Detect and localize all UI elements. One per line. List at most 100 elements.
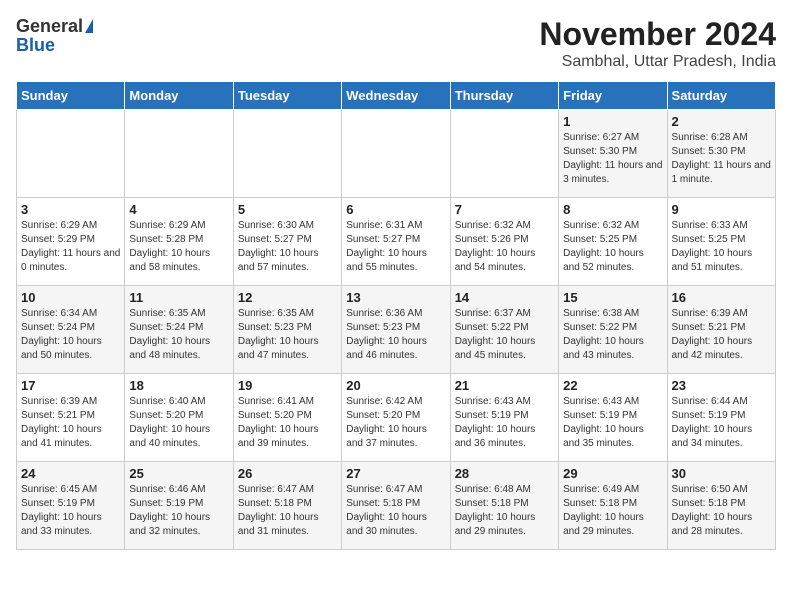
day-info: Sunrise: 6:29 AMSunset: 5:28 PMDaylight:… <box>129 219 228 275</box>
day-info: Sunrise: 6:44 AMSunset: 5:19 PMDaylight:… <box>672 395 771 451</box>
calendar-day-cell: 5 Sunrise: 6:30 AMSunset: 5:27 PMDaylight… <box>233 198 341 286</box>
day-info: Sunrise: 6:40 AMSunset: 5:20 PMDaylight:… <box>129 395 228 451</box>
day-number: 23 <box>672 378 771 393</box>
page-subtitle: Sambhal, Uttar Pradesh, India <box>539 53 776 71</box>
logo: General Blue <box>16 16 93 56</box>
calendar-week-row: 1Sunrise: 6:27 AMSunset: 5:30 PMDaylight… <box>17 110 776 198</box>
calendar-header-row: SundayMondayTuesdayWednesdayThursdayFrid… <box>17 82 776 110</box>
day-number: 3 <box>21 202 120 217</box>
calendar-day-cell <box>125 110 233 198</box>
logo-blue-text: Blue <box>16 35 55 56</box>
day-info: Sunrise: 6:27 AMSunset: 5:30 PMDaylight:… <box>563 131 662 187</box>
day-number: 20 <box>346 378 445 393</box>
page-title: November 2024 <box>539 16 776 53</box>
calendar-day-cell: 2 Sunrise: 6:28 AMSunset: 5:30 PMDaylight… <box>667 110 775 198</box>
day-info: Sunrise: 6:38 AMSunset: 5:22 PMDaylight:… <box>563 307 662 363</box>
day-number: 19 <box>238 378 337 393</box>
day-number: 30 <box>672 466 771 481</box>
day-info: Sunrise: 6:43 AMSunset: 5:19 PMDaylight:… <box>455 395 554 451</box>
day-of-week-header: Sunday <box>17 82 125 110</box>
calendar-day-cell: 19 Sunrise: 6:41 AMSunset: 5:20 PMDayligh… <box>233 374 341 462</box>
day-number: 7 <box>455 202 554 217</box>
calendar-day-cell: 16 Sunrise: 6:39 AMSunset: 5:21 PMDayligh… <box>667 286 775 374</box>
calendar-day-cell: 6Sunrise: 6:31 AMSunset: 5:27 PMDaylight… <box>342 198 450 286</box>
day-number: 10 <box>21 290 120 305</box>
calendar-day-cell: 26 Sunrise: 6:47 AMSunset: 5:18 PMDayligh… <box>233 462 341 550</box>
page-header: General Blue November 2024 Sambhal, Utta… <box>16 16 776 71</box>
calendar-day-cell: 9Sunrise: 6:33 AMSunset: 5:25 PMDaylight… <box>667 198 775 286</box>
logo-triangle-icon <box>85 19 93 33</box>
calendar-day-cell: 17Sunrise: 6:39 AMSunset: 5:21 PMDayligh… <box>17 374 125 462</box>
day-of-week-header: Tuesday <box>233 82 341 110</box>
day-info: Sunrise: 6:30 AMSunset: 5:27 PMDaylight:… <box>238 219 337 275</box>
day-number: 12 <box>238 290 337 305</box>
day-info: Sunrise: 6:48 AMSunset: 5:18 PMDaylight:… <box>455 483 554 539</box>
calendar-day-cell <box>17 110 125 198</box>
day-number: 6 <box>346 202 445 217</box>
day-number: 4 <box>129 202 228 217</box>
day-number: 21 <box>455 378 554 393</box>
calendar-day-cell: 30 Sunrise: 6:50 AMSunset: 5:18 PMDayligh… <box>667 462 775 550</box>
calendar-day-cell: 10 Sunrise: 6:34 AMSunset: 5:24 PMDayligh… <box>17 286 125 374</box>
day-info: Sunrise: 6:39 AMSunset: 5:21 PMDaylight:… <box>672 307 771 363</box>
day-info: Sunrise: 6:45 AMSunset: 5:19 PMDaylight:… <box>21 483 120 539</box>
day-info: Sunrise: 6:28 AMSunset: 5:30 PMDaylight:… <box>672 131 771 187</box>
day-info: Sunrise: 6:46 AMSunset: 5:19 PMDaylight:… <box>129 483 228 539</box>
calendar-day-cell: 1Sunrise: 6:27 AMSunset: 5:30 PMDaylight… <box>559 110 667 198</box>
calendar-day-cell: 15Sunrise: 6:38 AMSunset: 5:22 PMDayligh… <box>559 286 667 374</box>
day-number: 27 <box>346 466 445 481</box>
calendar-day-cell: 11 Sunrise: 6:35 AMSunset: 5:24 PMDayligh… <box>125 286 233 374</box>
calendar-day-cell: 29 Sunrise: 6:49 AMSunset: 5:18 PMDayligh… <box>559 462 667 550</box>
day-info: Sunrise: 6:49 AMSunset: 5:18 PMDaylight:… <box>563 483 662 539</box>
day-number: 28 <box>455 466 554 481</box>
day-info: Sunrise: 6:47 AMSunset: 5:18 PMDaylight:… <box>238 483 337 539</box>
title-block: November 2024 Sambhal, Uttar Pradesh, In… <box>539 16 776 71</box>
calendar-day-cell <box>342 110 450 198</box>
day-info: Sunrise: 6:32 AMSunset: 5:26 PMDaylight:… <box>455 219 554 275</box>
calendar-day-cell: 20Sunrise: 6:42 AMSunset: 5:20 PMDayligh… <box>342 374 450 462</box>
calendar-day-cell: 27Sunrise: 6:47 AMSunset: 5:18 PMDayligh… <box>342 462 450 550</box>
day-number: 16 <box>672 290 771 305</box>
day-number: 26 <box>238 466 337 481</box>
day-number: 2 <box>672 114 771 129</box>
day-info: Sunrise: 6:43 AMSunset: 5:19 PMDaylight:… <box>563 395 662 451</box>
day-number: 5 <box>238 202 337 217</box>
day-number: 17 <box>21 378 120 393</box>
day-info: Sunrise: 6:34 AMSunset: 5:24 PMDaylight:… <box>21 307 120 363</box>
day-of-week-header: Friday <box>559 82 667 110</box>
calendar-day-cell: 13Sunrise: 6:36 AMSunset: 5:23 PMDayligh… <box>342 286 450 374</box>
day-info: Sunrise: 6:32 AMSunset: 5:25 PMDaylight:… <box>563 219 662 275</box>
calendar-day-cell: 23 Sunrise: 6:44 AMSunset: 5:19 PMDayligh… <box>667 374 775 462</box>
calendar-day-cell: 28 Sunrise: 6:48 AMSunset: 5:18 PMDayligh… <box>450 462 558 550</box>
day-of-week-header: Monday <box>125 82 233 110</box>
day-number: 14 <box>455 290 554 305</box>
calendar-day-cell: 24 Sunrise: 6:45 AMSunset: 5:19 PMDayligh… <box>17 462 125 550</box>
day-info: Sunrise: 6:37 AMSunset: 5:22 PMDaylight:… <box>455 307 554 363</box>
calendar-week-row: 3 Sunrise: 6:29 AMSunset: 5:29 PMDaylight… <box>17 198 776 286</box>
day-info: Sunrise: 6:29 AMSunset: 5:29 PMDaylight:… <box>21 219 120 275</box>
calendar-week-row: 10 Sunrise: 6:34 AMSunset: 5:24 PMDayligh… <box>17 286 776 374</box>
day-number: 8 <box>563 202 662 217</box>
day-number: 9 <box>672 202 771 217</box>
day-number: 29 <box>563 466 662 481</box>
calendar-day-cell: 3 Sunrise: 6:29 AMSunset: 5:29 PMDaylight… <box>17 198 125 286</box>
calendar-day-cell: 7 Sunrise: 6:32 AMSunset: 5:26 PMDaylight… <box>450 198 558 286</box>
day-of-week-header: Saturday <box>667 82 775 110</box>
day-info: Sunrise: 6:35 AMSunset: 5:23 PMDaylight:… <box>238 307 337 363</box>
day-info: Sunrise: 6:41 AMSunset: 5:20 PMDaylight:… <box>238 395 337 451</box>
day-info: Sunrise: 6:35 AMSunset: 5:24 PMDaylight:… <box>129 307 228 363</box>
day-number: 25 <box>129 466 228 481</box>
day-info: Sunrise: 6:36 AMSunset: 5:23 PMDaylight:… <box>346 307 445 363</box>
calendar-day-cell: 18Sunrise: 6:40 AMSunset: 5:20 PMDayligh… <box>125 374 233 462</box>
calendar-day-cell: 25 Sunrise: 6:46 AMSunset: 5:19 PMDayligh… <box>125 462 233 550</box>
calendar-week-row: 17Sunrise: 6:39 AMSunset: 5:21 PMDayligh… <box>17 374 776 462</box>
day-number: 24 <box>21 466 120 481</box>
calendar-day-cell: 12 Sunrise: 6:35 AMSunset: 5:23 PMDayligh… <box>233 286 341 374</box>
day-info: Sunrise: 6:50 AMSunset: 5:18 PMDaylight:… <box>672 483 771 539</box>
day-number: 11 <box>129 290 228 305</box>
calendar-day-cell: 4 Sunrise: 6:29 AMSunset: 5:28 PMDaylight… <box>125 198 233 286</box>
calendar-day-cell: 21 Sunrise: 6:43 AMSunset: 5:19 PMDayligh… <box>450 374 558 462</box>
calendar-day-cell: 22Sunrise: 6:43 AMSunset: 5:19 PMDayligh… <box>559 374 667 462</box>
calendar-day-cell <box>450 110 558 198</box>
calendar-week-row: 24 Sunrise: 6:45 AMSunset: 5:19 PMDayligh… <box>17 462 776 550</box>
